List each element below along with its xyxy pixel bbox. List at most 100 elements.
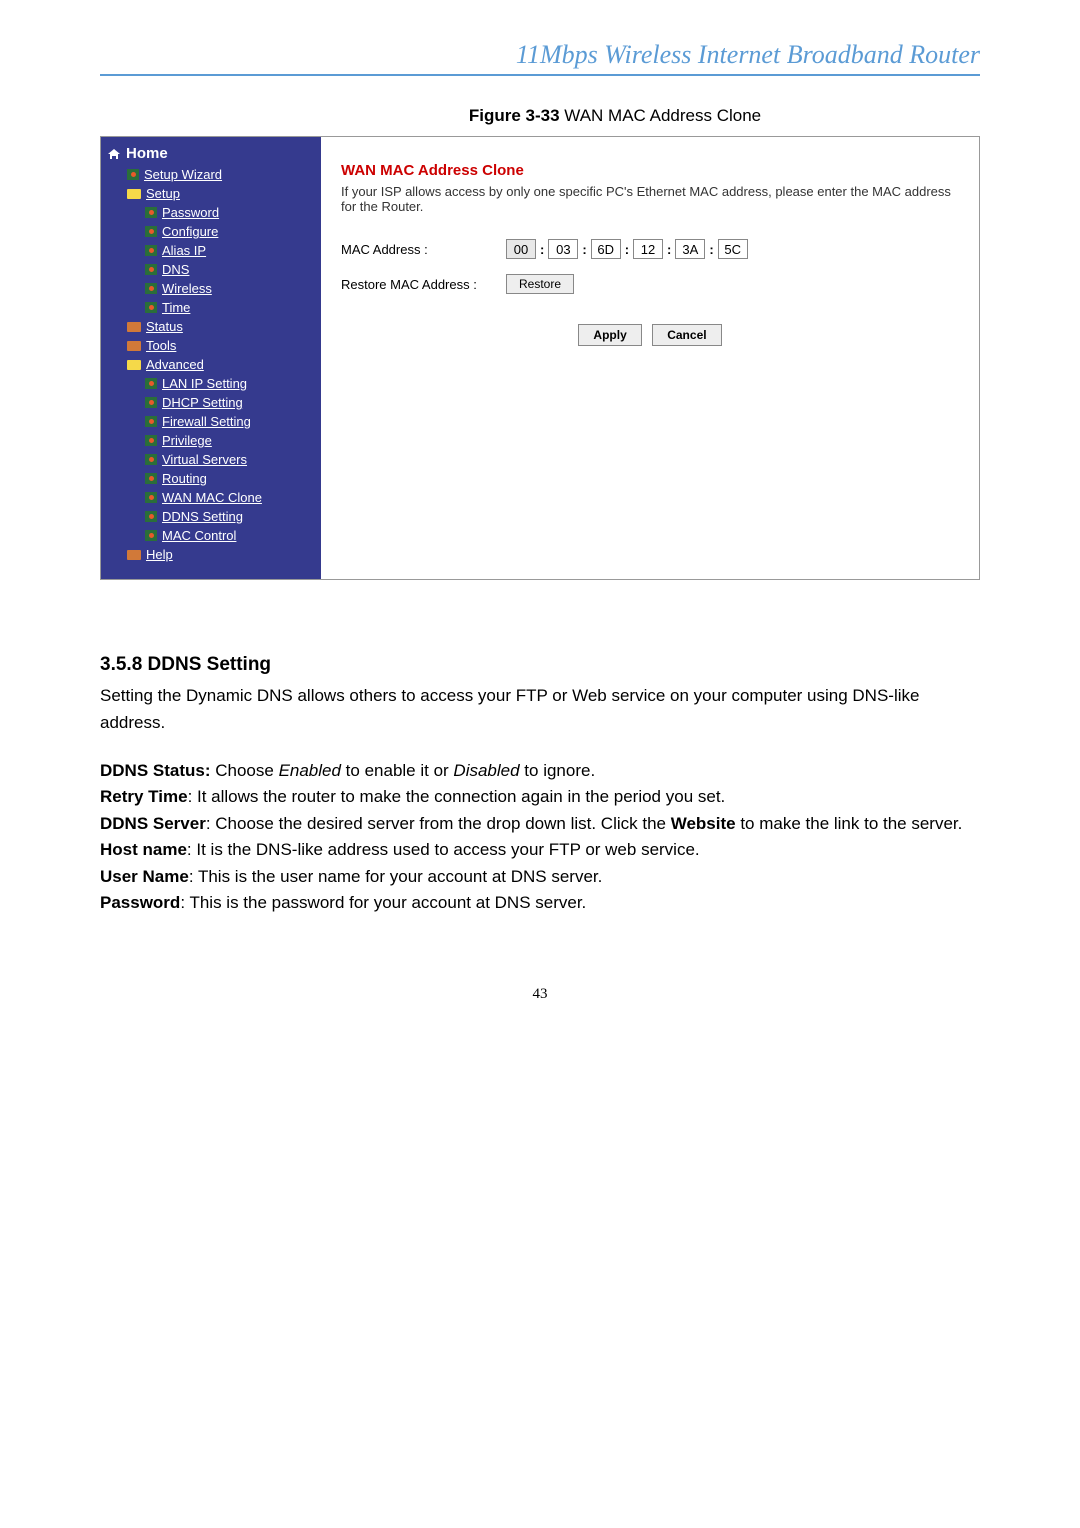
figure-title: WAN MAC Address Clone: [560, 106, 762, 125]
ddns-status-line: DDNS Status: Choose Enabled to enable it…: [100, 758, 980, 784]
document-header: 11Mbps Wireless Internet Broadband Route…: [100, 40, 980, 76]
text: : It allows the router to make the conne…: [188, 787, 726, 806]
page-icon: [145, 245, 157, 256]
nav-label: Help: [146, 547, 173, 562]
page-icon: [145, 454, 157, 465]
restore-mac-label: Restore MAC Address :: [341, 277, 506, 292]
nav-help[interactable]: Help: [107, 545, 315, 564]
nav-ddns[interactable]: DDNS Setting: [107, 507, 315, 526]
retry-time-line: Retry Time: It allows the router to make…: [100, 784, 980, 810]
apply-button[interactable]: Apply: [578, 324, 641, 346]
mac-octet-3[interactable]: [633, 239, 663, 259]
nav-tools[interactable]: Tools: [107, 336, 315, 355]
mac-separator: :: [582, 242, 586, 257]
nav-lan-ip[interactable]: LAN IP Setting: [107, 374, 315, 393]
nav-label: DDNS Setting: [162, 509, 243, 524]
page-icon: [145, 397, 157, 408]
enabled-term: Enabled: [279, 761, 341, 780]
page-icon: [127, 169, 139, 180]
nav-setup[interactable]: Setup: [107, 184, 315, 203]
nav-label: LAN IP Setting: [162, 376, 247, 391]
restore-button[interactable]: Restore: [506, 274, 574, 294]
nav-dhcp[interactable]: DHCP Setting: [107, 393, 315, 412]
document-body: 3.5.8 DDNS Setting Setting the Dynamic D…: [100, 650, 980, 916]
website-term: Website: [671, 814, 736, 833]
nav-virtual-servers[interactable]: Virtual Servers: [107, 450, 315, 469]
text: to enable it or: [341, 761, 453, 780]
nav-mac-control[interactable]: MAC Control: [107, 526, 315, 545]
nav-routing[interactable]: Routing: [107, 469, 315, 488]
mac-octet-5[interactable]: [718, 239, 748, 259]
figure-caption: Figure 3-33 WAN MAC Address Clone: [250, 106, 980, 126]
nav-dns[interactable]: DNS: [107, 260, 315, 279]
user-name-label: User Name: [100, 867, 189, 886]
text: : This is the password for your account …: [180, 893, 586, 912]
nav-password[interactable]: Password: [107, 203, 315, 222]
nav-label: Alias IP: [162, 243, 206, 258]
ddns-server-label: DDNS Server: [100, 814, 206, 833]
section-heading: 3.5.8 DDNS Setting: [100, 650, 980, 679]
text: to ignore.: [520, 761, 596, 780]
nav-privilege[interactable]: Privilege: [107, 431, 315, 450]
nav-label: Wireless: [162, 281, 212, 296]
mac-address-row: MAC Address : : : : : :: [341, 239, 959, 259]
nav-advanced[interactable]: Advanced: [107, 355, 315, 374]
nav-wireless[interactable]: Wireless: [107, 279, 315, 298]
nav-alias-ip[interactable]: Alias IP: [107, 241, 315, 260]
retry-time-label: Retry Time: [100, 787, 188, 806]
nav-wan-mac[interactable]: WAN MAC Clone: [107, 488, 315, 507]
nav-label: Firewall Setting: [162, 414, 251, 429]
text: : It is the DNS-like address used to acc…: [187, 840, 700, 859]
text: : Choose the desired server from the dro…: [206, 814, 671, 833]
figure-number: Figure 3-33: [469, 106, 560, 125]
mac-octet-0[interactable]: [506, 239, 536, 259]
mac-octet-4[interactable]: [675, 239, 705, 259]
cancel-button[interactable]: Cancel: [652, 324, 721, 346]
page-icon: [145, 226, 157, 237]
nav-home[interactable]: Home: [107, 145, 315, 162]
page-icon: [145, 302, 157, 313]
folder-open-icon: [127, 360, 141, 370]
user-name-line: User Name: This is the user name for you…: [100, 864, 980, 890]
host-name-line: Host name: It is the DNS-like address us…: [100, 837, 980, 863]
nav-label: MAC Control: [162, 528, 236, 543]
folder-icon: [127, 341, 141, 351]
section-intro: Setting the Dynamic DNS allows others to…: [100, 683, 980, 736]
nav-firewall[interactable]: Firewall Setting: [107, 412, 315, 431]
mac-octet-1[interactable]: [548, 239, 578, 259]
ddns-server-line: DDNS Server: Choose the desired server f…: [100, 811, 980, 837]
mac-octet-2[interactable]: [591, 239, 621, 259]
page-icon: [145, 416, 157, 427]
restore-mac-row: Restore MAC Address : Restore: [341, 274, 959, 294]
mac-separator: :: [625, 242, 629, 257]
nav-time[interactable]: Time: [107, 298, 315, 317]
nav-setup-wizard[interactable]: Setup Wizard: [107, 165, 315, 184]
page-icon: [145, 492, 157, 503]
nav-label: DNS: [162, 262, 189, 277]
nav-label: Virtual Servers: [162, 452, 247, 467]
nav-status[interactable]: Status: [107, 317, 315, 336]
nav-label: Password: [162, 205, 219, 220]
nav-label: WAN MAC Clone: [162, 490, 262, 505]
mac-separator: :: [709, 242, 713, 257]
nav-sidebar: Home Setup Wizard Setup Password Configu…: [101, 137, 321, 579]
panel-title: WAN MAC Address Clone: [341, 162, 959, 179]
nav-label: Advanced: [146, 357, 204, 372]
page-icon: [145, 511, 157, 522]
nav-label: Setup Wizard: [144, 167, 222, 182]
password-label: Password: [100, 893, 180, 912]
page-icon: [145, 530, 157, 541]
page-icon: [145, 435, 157, 446]
page-icon: [145, 207, 157, 218]
nav-configure[interactable]: Configure: [107, 222, 315, 241]
nav-label: Privilege: [162, 433, 212, 448]
action-buttons: Apply Cancel: [341, 324, 959, 346]
password-line: Password: This is the password for your …: [100, 890, 980, 916]
page-icon: [145, 283, 157, 294]
router-admin-screenshot: Home Setup Wizard Setup Password Configu…: [100, 136, 980, 580]
nav-home-label: Home: [126, 145, 168, 162]
nav-label: Configure: [162, 224, 218, 239]
ddns-status-label: DDNS Status:: [100, 761, 211, 780]
folder-icon: [127, 550, 141, 560]
nav-label: Routing: [162, 471, 207, 486]
